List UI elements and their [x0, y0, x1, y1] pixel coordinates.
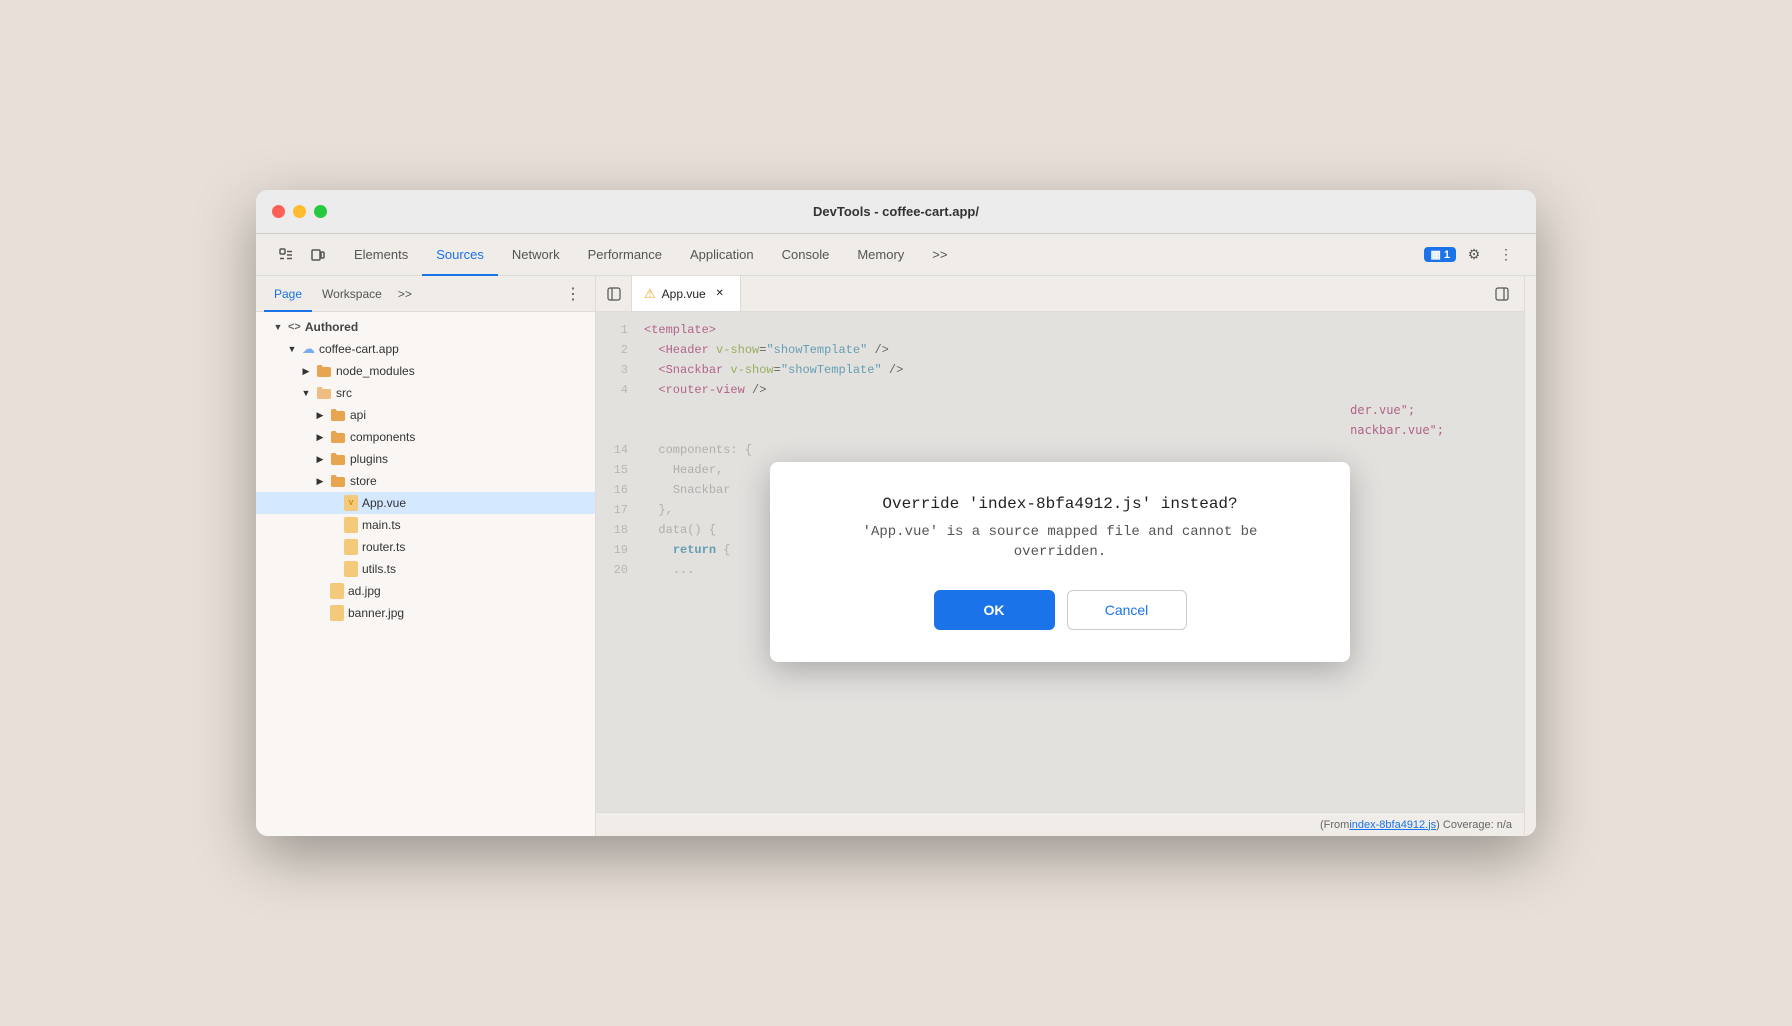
tree-src[interactable]: ▼ src [256, 382, 595, 404]
more-options-icon[interactable]: ⋮ [1492, 241, 1520, 269]
file-icon-app-vue: V [344, 495, 358, 511]
tree-store[interactable]: ▶ store [256, 470, 595, 492]
file-tree: ▼ <> Authored ▼ ☁ coffee-cart.app ▶ nod [256, 312, 595, 836]
editor-right-panel-icon[interactable] [1488, 280, 1516, 308]
tab-workspace[interactable]: Workspace [312, 277, 392, 312]
devtools-tabs: Elements Sources Network Performance App… [340, 234, 1416, 275]
editor-panel-right [1480, 276, 1524, 311]
tree-main-ts[interactable]: ▶ main.ts [256, 514, 595, 536]
status-text-suffix: ) Coverage: n/a [1436, 819, 1512, 831]
tab-more[interactable]: >> [918, 235, 961, 276]
dialog-title: Override 'index-8bfa4912.js' instead? [818, 494, 1302, 514]
src-chevron: ▼ [300, 387, 312, 399]
cloud-icon: ☁ [302, 341, 315, 357]
settings-icon[interactable]: ⚙ [1460, 241, 1488, 269]
tree-router-ts[interactable]: ▶ router.ts [256, 536, 595, 558]
toolbar-icon-group [264, 234, 340, 275]
tab-memory[interactable]: Memory [843, 235, 918, 276]
api-chevron: ▶ [314, 409, 326, 421]
authored-section[interactable]: ▼ <> Authored [256, 316, 595, 338]
dialog-subtitle: 'App.vue' is a source mapped file and ca… [818, 522, 1302, 562]
close-button[interactable] [272, 205, 285, 218]
title-bar: DevTools - coffee-cart.app/ [256, 190, 1536, 234]
panel-options-icon[interactable]: ⋮ [559, 276, 587, 311]
folder-icon-src [316, 385, 332, 401]
left-panel: Page Workspace >> ⋮ ▼ <> Authored ▼ [256, 276, 596, 836]
maximize-button[interactable] [314, 205, 327, 218]
devtools-window: DevTools - coffee-cart.app/ [256, 190, 1536, 836]
status-bar: (From index-8bfa4912.js ) Coverage: n/a [596, 812, 1524, 836]
devtools-toolbar: Elements Sources Network Performance App… [256, 234, 1536, 276]
tree-utils-ts[interactable]: ▶ utils.ts [256, 558, 595, 580]
store-chevron: ▶ [314, 475, 326, 487]
authored-brackets: <> [288, 321, 301, 333]
folder-icon-components [330, 429, 346, 445]
tab-console[interactable]: Console [768, 235, 844, 276]
folder-icon-api [330, 407, 346, 423]
tree-plugins[interactable]: ▶ plugins [256, 448, 595, 470]
tree-ad-jpg[interactable]: ▶ ad.jpg [256, 580, 595, 602]
tree-banner-jpg[interactable]: ▶ banner.jpg [256, 602, 595, 624]
traffic-lights [272, 205, 327, 218]
tab-page[interactable]: Page [264, 277, 312, 312]
ok-button[interactable]: OK [934, 590, 1055, 630]
file-icon-main-ts [344, 517, 358, 533]
scrollbar-area[interactable] [1524, 276, 1536, 836]
right-panel: ⚠ App.vue ✕ 1 < [596, 276, 1524, 836]
window-title: DevTools - coffee-cart.app/ [813, 204, 979, 219]
folder-icon-store [330, 473, 346, 489]
tab-sources[interactable]: Sources [422, 235, 498, 276]
tree-node-modules[interactable]: ▶ node_modules [256, 360, 595, 382]
root-chevron: ▼ [286, 343, 298, 355]
tab-close-icon[interactable]: ✕ [712, 286, 728, 302]
tree-api[interactable]: ▶ api [256, 404, 595, 426]
main-area: Page Workspace >> ⋮ ▼ <> Authored ▼ [256, 276, 1536, 836]
file-icon-utils-ts [344, 561, 358, 577]
tab-elements[interactable]: Elements [340, 235, 422, 276]
tab-warning-icon: ⚠ [644, 286, 656, 302]
file-icon-ad-jpg [330, 583, 344, 599]
console-badge[interactable]: ▦ 1 [1424, 247, 1456, 262]
console-icon: ▦ [1430, 248, 1440, 261]
tree-root-coffee-cart[interactable]: ▼ ☁ coffee-cart.app [256, 338, 595, 360]
cancel-button[interactable]: Cancel [1067, 590, 1187, 630]
authored-chevron: ▼ [272, 321, 284, 333]
status-link[interactable]: index-8bfa4912.js [1349, 819, 1436, 831]
toolbar-right: ▦ 1 ⚙ ⋮ [1416, 234, 1528, 275]
panel-tabs: Page Workspace >> ⋮ [256, 276, 595, 312]
tree-components[interactable]: ▶ components [256, 426, 595, 448]
dialog-box: Override 'index-8bfa4912.js' instead? 'A… [770, 462, 1350, 662]
tab-application[interactable]: Application [676, 235, 768, 276]
folder-icon-plugins [330, 451, 346, 467]
tab-network[interactable]: Network [498, 235, 574, 276]
inspect-icon[interactable] [272, 241, 300, 269]
minimize-button[interactable] [293, 205, 306, 218]
node-modules-chevron: ▶ [300, 365, 312, 377]
sidebar-toggle-icon[interactable] [596, 276, 632, 311]
dialog-overlay: Override 'index-8bfa4912.js' instead? 'A… [596, 312, 1524, 812]
file-icon-router-ts [344, 539, 358, 555]
panel-tab-more[interactable]: >> [392, 276, 418, 311]
folder-icon-node-modules [316, 363, 332, 379]
plugins-chevron: ▶ [314, 453, 326, 465]
components-chevron: ▶ [314, 431, 326, 443]
editor-tabs: ⚠ App.vue ✕ [596, 276, 1524, 312]
editor-tab-app-vue[interactable]: ⚠ App.vue ✕ [632, 276, 741, 311]
dialog-buttons: OK Cancel [818, 590, 1302, 630]
file-icon-banner-jpg [330, 605, 344, 621]
status-text-prefix: (From [1320, 819, 1349, 831]
tab-performance[interactable]: Performance [574, 235, 676, 276]
tree-app-vue[interactable]: ▶ V App.vue [256, 492, 595, 514]
device-icon[interactable] [304, 241, 332, 269]
code-area[interactable]: 1 <template> 2 <Header v-show="showTempl… [596, 312, 1524, 812]
